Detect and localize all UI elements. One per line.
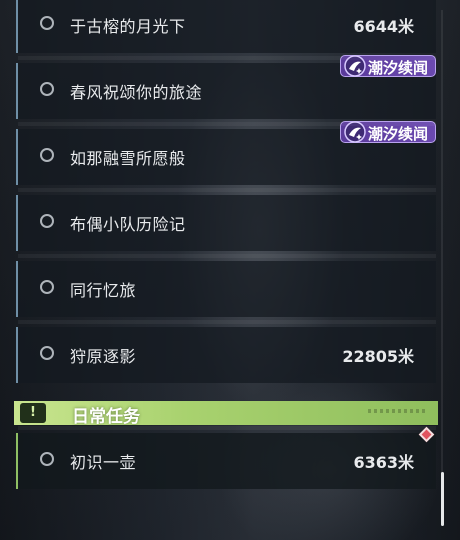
quest-distance: 6644米	[353, 17, 414, 36]
daily-quests-header[interactable]: ! 日常任务	[14, 401, 438, 427]
quest-distance: 6363米	[353, 453, 414, 472]
tidal-sparkle-icon	[344, 121, 366, 143]
tidal-sparkle-icon	[344, 55, 366, 77]
section-title: 日常任务	[72, 407, 140, 427]
quest-name: 布偶小队历险记	[70, 215, 186, 234]
quest-row[interactable]: 于古榕的月光下 6644米	[16, 0, 436, 53]
quest-track-radio[interactable]	[40, 214, 54, 228]
scrollbar-thumb[interactable]	[441, 472, 444, 526]
quest-name: 春风祝颂你的旅途	[70, 83, 203, 102]
quest-badge: 潮汐续闻	[340, 55, 436, 77]
quest-name: 同行忆旅	[70, 281, 137, 300]
quest-name: 于古榕的月光下	[70, 17, 186, 36]
quest-row[interactable]: 春风祝颂你的旅途 潮汐续闻	[16, 55, 436, 119]
quest-row[interactable]: 布偶小队历险记	[16, 188, 436, 251]
section-decoration	[368, 409, 428, 413]
daily-quest-row[interactable]: 初识一壶 6363米	[16, 426, 436, 489]
quest-track-radio[interactable]	[40, 280, 54, 294]
quest-name: 狩原逐影	[70, 347, 137, 366]
quest-distance: 22805米	[342, 347, 414, 366]
quest-badge-label: 潮汐续闻	[368, 59, 429, 77]
quest-track-radio[interactable]	[40, 346, 54, 360]
quest-row[interactable]: 同行忆旅	[16, 254, 436, 317]
quest-track-radio[interactable]	[40, 16, 54, 30]
quest-name: 初识一壶	[70, 453, 137, 472]
quest-badge: 潮汐续闻	[340, 121, 436, 143]
quest-row[interactable]: 如那融雪所愿般 潮汐续闻	[16, 121, 436, 185]
quest-row[interactable]: 狩原逐影 22805米	[16, 320, 436, 383]
quest-track-radio[interactable]	[40, 452, 54, 466]
quest-track-radio[interactable]	[40, 82, 54, 96]
quest-name: 如那融雪所愿般	[70, 149, 186, 168]
quest-track-radio[interactable]	[40, 148, 54, 162]
quest-badge-label: 潮汐续闻	[368, 125, 429, 143]
scrollbar-track[interactable]	[441, 10, 443, 526]
alert-icon: !	[20, 403, 46, 423]
